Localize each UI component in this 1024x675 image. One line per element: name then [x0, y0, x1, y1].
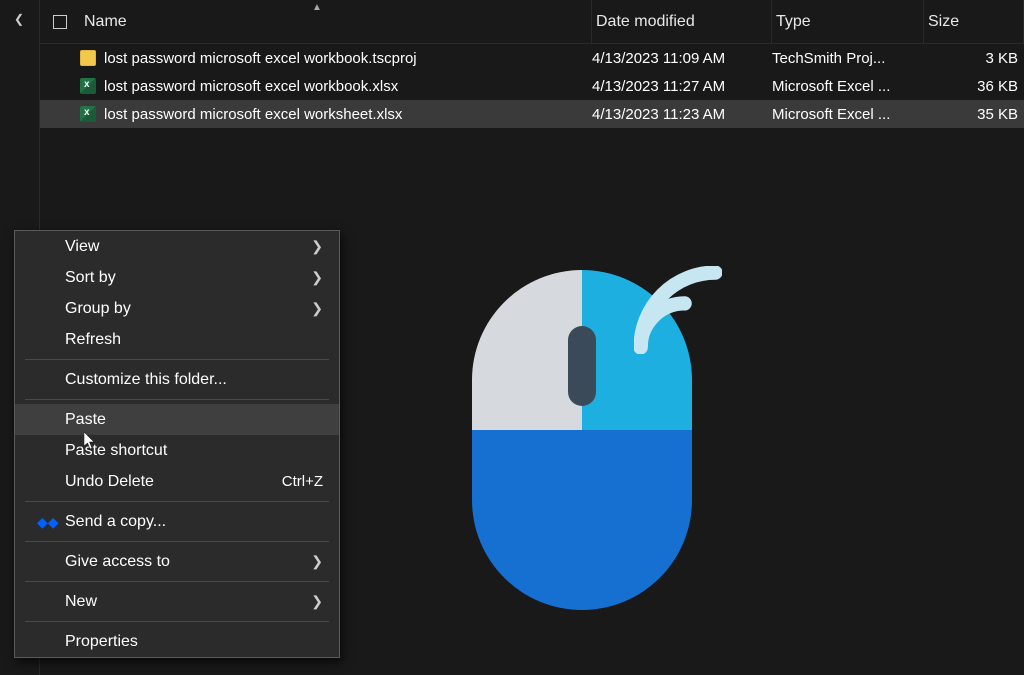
menu-item-give-access-to[interactable]: Give access to ❯ [15, 546, 339, 577]
tscproj-file-icon [80, 50, 96, 66]
dropbox-icon: ◆◆ [37, 514, 53, 530]
menu-item-label: Group by [65, 300, 131, 318]
file-name-cell: lost password microsoft excel worksheet.… [80, 106, 592, 123]
context-menu: View ❯ Sort by ❯ Group by ❯ Refresh Customize t… [14, 230, 340, 658]
excel-file-icon [80, 106, 96, 122]
menu-item-label: Paste shortcut [65, 442, 167, 460]
file-explorer-window: ❮ Name ▲ Date modified Type Size lost pa… [0, 0, 1024, 675]
file-type-cell: Microsoft Excel ... [772, 78, 924, 95]
menu-item-label: New [65, 593, 97, 611]
file-type-cell: Microsoft Excel ... [772, 106, 924, 123]
menu-separator [25, 501, 329, 502]
menu-item-new[interactable]: New ❯ [15, 586, 339, 617]
chevron-right-icon: ❯ [311, 269, 323, 286]
sort-ascending-icon: ▲ [312, 2, 322, 13]
file-row[interactable]: lost password microsoft excel workbook.t… [40, 44, 1024, 72]
menu-item-label: Undo Delete [65, 473, 154, 491]
menu-separator [25, 621, 329, 622]
menu-shortcut: Ctrl+Z [282, 473, 323, 490]
file-rows: lost password microsoft excel workbook.t… [40, 44, 1024, 128]
menu-item-label: Paste [65, 411, 106, 429]
menu-item-label: Refresh [65, 331, 121, 349]
file-date-cell: 4/13/2023 11:27 AM [592, 78, 772, 95]
select-all-checkbox[interactable] [40, 15, 80, 29]
column-name-label: Name [84, 13, 127, 31]
file-name-label: lost password microsoft excel workbook.x… [104, 78, 398, 95]
menu-item-refresh[interactable]: Refresh [15, 324, 339, 355]
chevron-right-icon: ❯ [311, 300, 323, 317]
file-date-cell: 4/13/2023 11:23 AM [592, 106, 772, 123]
file-row[interactable]: lost password microsoft excel workbook.x… [40, 72, 1024, 100]
file-size-cell: 36 KB [924, 78, 1024, 95]
wireless-mouse-illustration [472, 270, 714, 626]
file-name-label: lost password microsoft excel worksheet.… [104, 106, 402, 123]
column-header-size[interactable]: Size [924, 0, 1024, 43]
chevron-right-icon: ❯ [311, 553, 323, 570]
column-header-row: Name ▲ Date modified Type Size [40, 0, 1024, 44]
column-header-date[interactable]: Date modified [592, 0, 772, 43]
menu-item-label: Customize this folder... [65, 371, 227, 389]
menu-item-properties[interactable]: Properties [15, 626, 339, 657]
collapse-chevron-icon[interactable]: ❮ [14, 12, 24, 26]
file-name-cell: lost password microsoft excel workbook.t… [80, 50, 592, 67]
menu-item-label: Sort by [65, 269, 116, 287]
menu-item-customize-this-folder[interactable]: Customize this folder... [15, 364, 339, 395]
menu-item-undo-delete[interactable]: Undo Delete Ctrl+Z [15, 466, 339, 497]
file-date-cell: 4/13/2023 11:09 AM [592, 50, 772, 67]
menu-item-paste[interactable]: Paste [15, 404, 339, 435]
file-name-cell: lost password microsoft excel workbook.x… [80, 78, 592, 95]
menu-separator [25, 541, 329, 542]
wifi-icon [634, 266, 722, 354]
menu-item-view[interactable]: View ❯ [15, 231, 339, 262]
menu-item-sort-by[interactable]: Sort by ❯ [15, 262, 339, 293]
file-size-cell: 3 KB [924, 50, 1024, 67]
excel-file-icon [80, 78, 96, 94]
menu-item-paste-shortcut[interactable]: Paste shortcut [15, 435, 339, 466]
menu-item-label: Send a copy... [65, 513, 166, 531]
chevron-right-icon: ❯ [311, 593, 323, 610]
column-header-name[interactable]: Name ▲ [80, 0, 592, 43]
menu-item-group-by[interactable]: Group by ❯ [15, 293, 339, 324]
menu-separator [25, 359, 329, 360]
menu-separator [25, 581, 329, 582]
menu-item-label: View [65, 238, 99, 256]
menu-separator [25, 399, 329, 400]
column-header-type[interactable]: Type [772, 0, 924, 43]
menu-item-label: Properties [65, 633, 138, 651]
menu-item-send-a-copy[interactable]: ◆◆ Send a copy... [15, 506, 339, 537]
chevron-right-icon: ❯ [311, 238, 323, 255]
file-size-cell: 35 KB [924, 106, 1024, 123]
file-row[interactable]: lost password microsoft excel worksheet.… [40, 100, 1024, 128]
menu-item-label: Give access to [65, 553, 170, 571]
file-name-label: lost password microsoft excel workbook.t… [104, 50, 417, 67]
file-type-cell: TechSmith Proj... [772, 50, 924, 67]
